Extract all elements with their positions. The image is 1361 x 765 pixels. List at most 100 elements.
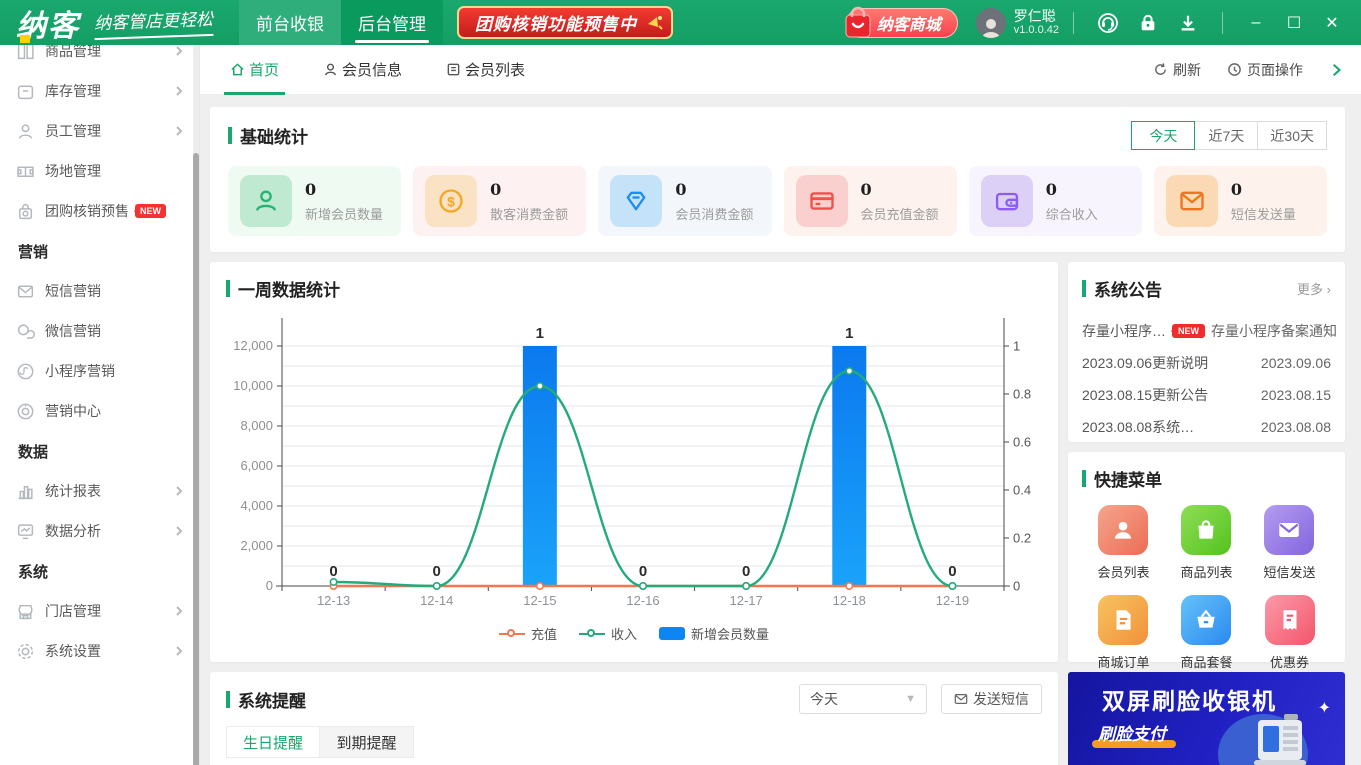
chevron-right-icon [173, 85, 185, 97]
sidebar-scrollbar-thumb[interactable] [193, 153, 199, 765]
download-icon[interactable] [1177, 12, 1199, 34]
groupbuy-bag-icon [16, 202, 35, 221]
chevron-right-icon [173, 125, 185, 137]
diamond-icon [622, 187, 650, 215]
notice-title: 系统公告 [1082, 276, 1162, 301]
system-reminder-card: 系统提醒 今天 ▼ 发送短信 生日提醒 到期提醒 [210, 672, 1058, 765]
sparkle-icon: ✦ [1318, 698, 1331, 718]
period-7days-button[interactable]: 近7天 [1194, 121, 1258, 150]
period-today-button[interactable]: 今天 [1131, 121, 1195, 150]
notice-row[interactable]: 2023.08.15更新公告 2023.08.15 [1082, 379, 1331, 411]
svg-text:1: 1 [536, 325, 544, 342]
member-quick-icon [1110, 517, 1136, 543]
close-button[interactable]: ✕ [1313, 0, 1351, 45]
customer-service-icon[interactable] [1097, 12, 1119, 34]
ad-banner[interactable]: 双屏刷脸收银机 刷脸支付 ✦ [1068, 672, 1345, 765]
bag-quick-icon [1193, 517, 1219, 543]
user-avatar[interactable] [976, 8, 1006, 38]
sidebar-item-miniprogram-marketing[interactable]: 小程序营销 [0, 351, 199, 391]
header-divider [1073, 12, 1074, 34]
sidebar-item-marketing-center[interactable]: 营销中心 [0, 391, 199, 431]
sidebar-item-wechat-marketing[interactable]: 微信营销 [0, 311, 199, 351]
tab-member-list[interactable]: 会员列表 [446, 45, 525, 95]
app-tagline: 纳客管店更轻松 [93, 5, 213, 40]
tabbar: 首页 会员信息 会员列表 刷新 页面操作 [200, 45, 1361, 95]
legend-new-members[interactable]: 新增会员数量 [659, 624, 769, 643]
svg-text:12-19: 12-19 [936, 593, 969, 608]
basket-quick-icon [1193, 607, 1219, 633]
tab-home[interactable]: 首页 [230, 45, 279, 95]
lock-icon[interactable] [1137, 12, 1159, 34]
svg-text:12-16: 12-16 [626, 593, 659, 608]
tab-expiry-reminder[interactable]: 到期提醒 [320, 726, 414, 758]
sidebar-item-analysis[interactable]: 数据分析 [0, 511, 199, 551]
home-icon [230, 62, 245, 77]
quick-mall-orders[interactable]: 商城订单 [1097, 595, 1149, 671]
sidebar-item-venue[interactable]: 场地管理 [0, 151, 199, 191]
period-30days-button[interactable]: 近30天 [1257, 121, 1327, 150]
sidebar-item-goods[interactable]: 商品管理 [0, 45, 199, 71]
notice-more-link[interactable]: 更多 › [1297, 279, 1331, 298]
tab-member-info[interactable]: 会员信息 [323, 45, 402, 95]
sidebar-item-report[interactable]: 统计报表 [0, 471, 199, 511]
svg-text:12-18: 12-18 [833, 593, 866, 608]
svg-text:12-14: 12-14 [420, 593, 453, 608]
megaphone-icon [645, 12, 665, 32]
miniprogram-icon [16, 362, 35, 381]
svg-text:1: 1 [845, 325, 853, 342]
sidebar-item-groupbuy[interactable]: 团购核销预售 NEW [0, 191, 199, 231]
mall-button[interactable]: 纳客商城 [846, 8, 958, 38]
tab-birthday-reminder[interactable]: 生日提醒 [226, 726, 320, 758]
groupbuy-promo-banner[interactable]: 团购核销功能预售中 [457, 6, 673, 39]
quick-coupon[interactable]: 优惠券 [1265, 595, 1315, 671]
svg-text:0.8: 0.8 [1013, 387, 1031, 402]
app-version: v1.0.0.42 [1014, 24, 1059, 37]
notice-row[interactable]: 2023.08.08系统… 2023.08.08 [1082, 411, 1331, 443]
front-pos-button[interactable]: 前台收银 [239, 0, 341, 45]
notice-row[interactable]: 存量小程序… NEW 存量小程序备案通知 [1082, 315, 1331, 347]
gear-icon [16, 642, 35, 661]
svg-text:0.2: 0.2 [1013, 531, 1031, 546]
chevron-right-icon [173, 45, 185, 57]
page-actions-button[interactable]: 页面操作 [1227, 60, 1303, 80]
sidebar-item-settings[interactable]: 系统设置 [0, 631, 199, 671]
send-sms-button[interactable]: 发送短信 [941, 684, 1042, 714]
stat-total-income: 0综合收入 [969, 166, 1142, 236]
svg-text:2,000: 2,000 [240, 538, 273, 553]
orange-line-marker-icon [499, 629, 525, 639]
user-name: 罗仁聪 [1014, 8, 1059, 24]
sidebar-item-staff[interactable]: 员工管理 [0, 111, 199, 151]
legend-income[interactable]: 收入 [579, 624, 637, 643]
maximize-button[interactable]: ☐ [1275, 0, 1313, 45]
sidebar-section-marketing: 营销 [0, 231, 199, 271]
minimize-button[interactable]: – [1237, 0, 1275, 45]
week-chart: 02,0004,0006,0008,00010,00012,00000.20.4… [226, 301, 1042, 617]
week-stats-title: 一周数据统计 [226, 276, 1042, 301]
svg-text:0: 0 [742, 563, 750, 580]
wechat-icon [16, 322, 35, 341]
quick-goods-package[interactable]: 商品套餐 [1180, 595, 1232, 671]
order-doc-quick-icon [1110, 607, 1136, 633]
reminder-period-select[interactable]: 今天 ▼ [799, 684, 927, 714]
basic-stats-title: 基础统计 [228, 123, 308, 148]
backend-manage-button[interactable]: 后台管理 [341, 0, 443, 45]
sidebar-item-inventory[interactable]: 库存管理 [0, 71, 199, 111]
member-icon [323, 62, 338, 77]
sidebar-item-sms-marketing[interactable]: 短信营销 [0, 271, 199, 311]
quick-member-list[interactable]: 会员列表 [1097, 505, 1149, 581]
svg-text:0: 0 [639, 563, 647, 580]
svg-text:0: 0 [948, 563, 956, 580]
system-notice-card: 系统公告 更多 › 存量小程序… NEW 存量小程序备案通知 2023.09.0… [1068, 262, 1345, 442]
sidebar: 商品管理 库存管理 员工管理 场地管理 团购核销预售 NEW 营销 短信营销 [0, 45, 200, 765]
quick-sms-send[interactable]: 短信发送 [1263, 505, 1315, 581]
panel-expand-chevron-icon[interactable] [1329, 63, 1343, 77]
notice-row[interactable]: 2023.09.06更新说明 2023.09.06 [1082, 347, 1331, 379]
svg-text:$: $ [447, 193, 455, 209]
sidebar-section-system: 系统 [0, 551, 199, 591]
svg-text:12-17: 12-17 [730, 593, 763, 608]
user-info[interactable]: 罗仁聪 v1.0.0.42 [1014, 8, 1059, 37]
quick-goods-list[interactable]: 商品列表 [1180, 505, 1232, 581]
legend-recharge[interactable]: 充值 [499, 624, 557, 643]
refresh-button[interactable]: 刷新 [1153, 60, 1201, 80]
sidebar-item-store[interactable]: 门店管理 [0, 591, 199, 631]
